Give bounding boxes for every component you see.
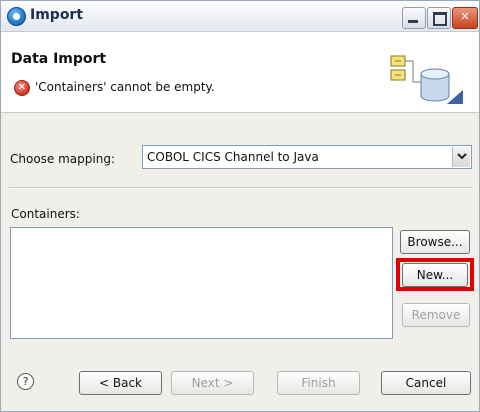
minimize-icon: [408, 20, 418, 23]
back-button[interactable]: < Back: [79, 371, 162, 395]
error-icon: ✕: [14, 80, 30, 96]
window-title: Import: [30, 7, 84, 23]
import-icon: [7, 7, 26, 26]
error-message: 'Containers' cannot be empty.: [35, 80, 215, 94]
close-button[interactable]: ✕: [452, 7, 478, 29]
minimize-button[interactable]: [402, 7, 426, 29]
maximize-button[interactable]: [427, 7, 451, 29]
chevron-down-icon: [457, 153, 467, 160]
close-icon: ✕: [460, 10, 470, 23]
dropdown-toggle[interactable]: [452, 147, 470, 167]
wizard-header: Data Import ✕ 'Containers' cannot be emp…: [1, 32, 479, 113]
next-button[interactable]: Next >: [171, 371, 254, 395]
mapping-label: Choose mapping:: [10, 152, 115, 166]
separator: [9, 187, 473, 189]
new-button[interactable]: New...: [402, 263, 468, 287]
data-import-wizard-icon: [390, 55, 463, 104]
mapping-selected-value: COBOL CICS Channel to Java: [147, 150, 319, 164]
finish-button[interactable]: Finish: [277, 371, 360, 395]
title-bar[interactable]: Import ✕: [1, 1, 479, 32]
mapping-select[interactable]: COBOL CICS Channel to Java: [142, 145, 472, 169]
containers-label: Containers:: [11, 207, 80, 221]
page-title: Data Import: [11, 51, 107, 67]
help-icon[interactable]: ?: [17, 373, 34, 390]
import-dialog: Import ✕ Data Import ✕ 'Containers' cann…: [0, 0, 480, 412]
cancel-button[interactable]: Cancel: [381, 371, 471, 395]
containers-list[interactable]: [10, 227, 393, 339]
remove-button[interactable]: Remove: [402, 303, 470, 327]
browse-button[interactable]: Browse...: [400, 230, 470, 254]
maximize-icon: [433, 12, 447, 26]
